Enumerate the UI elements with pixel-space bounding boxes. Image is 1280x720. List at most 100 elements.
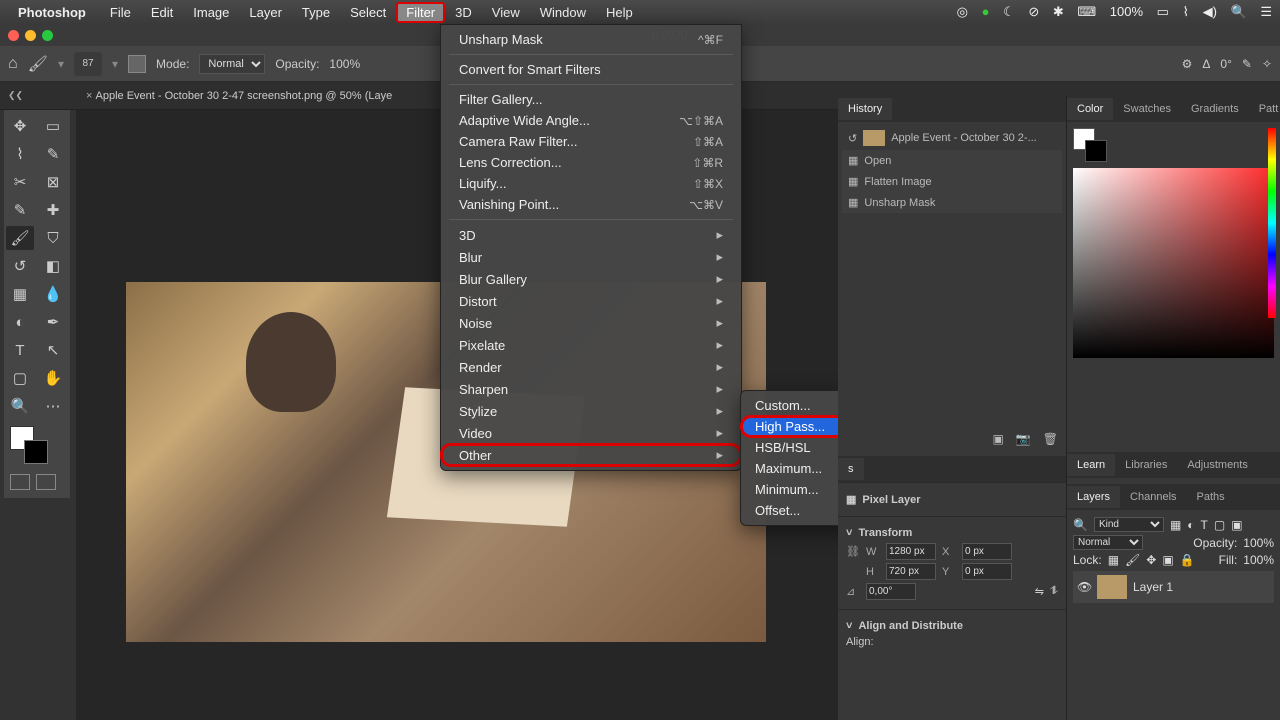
menuitem-pixelate[interactable]: Pixelate▸ — [441, 334, 741, 356]
visibility-icon[interactable]: 👁 — [1077, 580, 1091, 594]
brush-size[interactable]: 87 — [74, 52, 102, 76]
filter-shape-icon[interactable]: ▢ — [1214, 518, 1225, 532]
foreground-background-colors[interactable] — [6, 426, 68, 466]
x-field[interactable] — [962, 543, 1012, 560]
tab-gradients[interactable]: Gradients — [1181, 98, 1249, 120]
tab-layers[interactable]: Layers — [1067, 486, 1120, 508]
move-tool[interactable]: ✥ — [6, 114, 34, 138]
fill-value[interactable]: 100% — [1243, 553, 1274, 567]
settings-gear-icon[interactable]: ⚙ — [1182, 57, 1193, 71]
filter-smart-icon[interactable]: ▣ — [1231, 518, 1242, 532]
menuitem-last-filter[interactable]: Unsharp Mask^⌘F — [441, 29, 741, 50]
angle-field[interactable] — [866, 583, 916, 600]
camera-icon[interactable]: 📷 — [1016, 432, 1031, 446]
menu-file[interactable]: File — [100, 2, 141, 23]
healing-tool[interactable]: ✚ — [39, 198, 67, 222]
height-field[interactable] — [886, 563, 936, 580]
dodge-tool[interactable]: ◐ — [6, 310, 34, 334]
lock-paint-icon[interactable]: 🖌 — [1125, 553, 1140, 567]
filter-pixel-icon[interactable]: ▦ — [1170, 518, 1181, 532]
lock-pos-icon[interactable]: ✥ — [1146, 553, 1156, 567]
angle-value[interactable]: 0° — [1220, 57, 1231, 71]
close-button[interactable] — [8, 30, 19, 41]
clone-stamp-tool[interactable]: ⛉ — [39, 226, 67, 250]
menu-image[interactable]: Image — [183, 2, 239, 23]
symmetry-icon[interactable]: ✧ — [1262, 57, 1272, 71]
color-fgbg[interactable] — [1073, 128, 1107, 162]
menuitem-blur[interactable]: Blur▸ — [441, 246, 741, 268]
zoom-button[interactable] — [42, 30, 53, 41]
menu-3d[interactable]: 3D — [445, 2, 482, 23]
brush-preview-icon[interactable]: 🖌 — [28, 54, 48, 74]
menuitem-convert-smart[interactable]: Convert for Smart Filters — [441, 59, 741, 80]
menu-view[interactable]: View — [482, 2, 530, 23]
menuitem-3d[interactable]: 3D▸ — [441, 224, 741, 246]
tab-learn[interactable]: Learn — [1067, 454, 1115, 476]
zoom-tool[interactable]: 🔍 — [6, 394, 34, 418]
menuitem-camera-raw[interactable]: Camera Raw Filter...⇧⌘A — [441, 131, 741, 152]
pen-tool[interactable]: ✒ — [39, 310, 67, 334]
minimize-button[interactable] — [25, 30, 36, 41]
dnd-icon[interactable]: ☾ — [1003, 4, 1015, 19]
menuitem-other[interactable]: Other▸ — [441, 444, 741, 466]
menuitem-vanishing-point[interactable]: Vanishing Point...⌥⌘V — [441, 194, 741, 215]
layer-opacity-value[interactable]: 100% — [1243, 536, 1274, 550]
crop-tool[interactable]: ✂ — [6, 170, 34, 194]
document-tab-title[interactable]: Apple Event - October 30 2-47 screenshot… — [96, 90, 393, 102]
menu-edit[interactable]: Edit — [141, 2, 183, 23]
flip-h-icon[interactable]: ⇋ — [1035, 585, 1044, 598]
width-field[interactable] — [886, 543, 936, 560]
tab-adjustments[interactable]: Adjustments — [1177, 454, 1258, 476]
menuitem-render[interactable]: Render▸ — [441, 356, 741, 378]
filter-type-icon[interactable]: T — [1201, 518, 1208, 532]
y-field[interactable] — [962, 563, 1012, 580]
menuitem-liquify[interactable]: Liquify...⇧⌘X — [441, 173, 741, 194]
menuitem-video[interactable]: Video▸ — [441, 422, 741, 444]
layer-thumbnail[interactable] — [1097, 575, 1127, 599]
history-step-open[interactable]: ▦Open — [842, 150, 1062, 171]
tab-swatches[interactable]: Swatches — [1113, 98, 1181, 120]
menu-filter[interactable]: Filter — [396, 2, 445, 23]
quick-select-tool[interactable]: ✎ — [39, 142, 67, 166]
hue-slider[interactable] — [1268, 128, 1276, 318]
layer-item[interactable]: 👁 Layer 1 — [1073, 571, 1274, 603]
tab-history[interactable]: History — [838, 98, 892, 120]
home-icon[interactable]: ⌂ — [8, 55, 18, 73]
history-brush-tool[interactable]: ↺ — [6, 254, 34, 278]
battery-icon[interactable]: ▭ — [1157, 4, 1169, 19]
tab-color[interactable]: Color — [1067, 98, 1113, 120]
blend-mode-select[interactable]: Normal — [199, 54, 265, 74]
brush-tool[interactable]: 🖌 — [6, 226, 34, 250]
menuitem-filter-gallery[interactable]: Filter Gallery... — [441, 89, 741, 110]
tab-patterns[interactable]: Patt — [1249, 98, 1280, 120]
flip-v-icon[interactable]: ⥮ — [1050, 585, 1058, 598]
status-icon[interactable]: ⊘ — [1028, 4, 1039, 19]
menu-select[interactable]: Select — [340, 2, 396, 23]
eraser-tool[interactable]: ◧ — [39, 254, 67, 278]
pressure-icon[interactable]: ✎ — [1242, 57, 1252, 71]
menu-window[interactable]: Window — [530, 2, 596, 23]
color-picker[interactable] — [1073, 168, 1274, 358]
volume-icon[interactable]: ◀) — [1203, 4, 1217, 19]
path-select-tool[interactable]: ↖ — [39, 338, 67, 362]
marquee-tool[interactable]: ▭ — [39, 114, 67, 138]
cc-icon[interactable]: ◎ — [957, 4, 968, 19]
type-tool[interactable]: T — [6, 338, 34, 362]
lasso-tool[interactable]: ⌇ — [6, 142, 34, 166]
menuitem-noise[interactable]: Noise▸ — [441, 312, 741, 334]
menuitem-sharpen[interactable]: Sharpen▸ — [441, 378, 741, 400]
edit-toolbar[interactable]: ⋯ — [39, 394, 67, 418]
layer-name[interactable]: Layer 1 — [1133, 580, 1173, 594]
wifi-icon[interactable]: ⌇ — [1183, 4, 1189, 19]
menuitem-blur-gallery[interactable]: Blur Gallery▸ — [441, 268, 741, 290]
menuitem-adaptive-wide-angle[interactable]: Adaptive Wide Angle...⌥⇧⌘A — [441, 110, 741, 131]
menu-help[interactable]: Help — [596, 2, 643, 23]
blur-tool[interactable]: 💧 — [39, 282, 67, 306]
layer-blend-mode[interactable]: Normal — [1073, 535, 1143, 550]
tab-paths[interactable]: Paths — [1187, 486, 1235, 508]
lock-all-icon[interactable]: 🔒 — [1180, 553, 1195, 567]
menuitem-stylize[interactable]: Stylize▸ — [441, 400, 741, 422]
menu-layer[interactable]: Layer — [239, 2, 292, 23]
quick-mask-toggle[interactable] — [6, 470, 68, 494]
tab-properties[interactable]: s — [838, 458, 864, 480]
